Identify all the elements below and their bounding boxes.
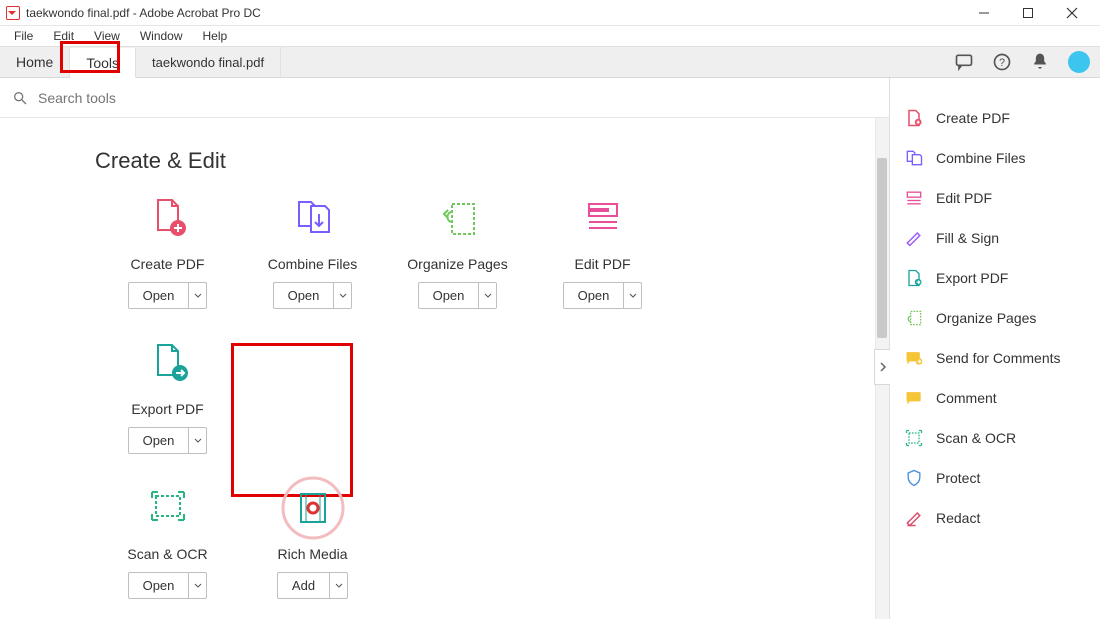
tools-scroll-area: Create & Edit Create PDF Open bbox=[0, 118, 889, 619]
menu-window[interactable]: Window bbox=[130, 27, 193, 45]
combine-files-icon bbox=[289, 194, 337, 242]
open-button[interactable]: Open bbox=[563, 282, 643, 309]
edit-pdf-icon bbox=[579, 194, 627, 242]
tab-tools[interactable]: Tools bbox=[70, 48, 136, 78]
menu-edit[interactable]: Edit bbox=[43, 27, 84, 45]
tool-edit-pdf: Edit PDF Open bbox=[530, 194, 675, 309]
sidebar-item-protect[interactable]: Protect bbox=[904, 458, 1088, 498]
tool-label: Scan & OCR bbox=[95, 546, 240, 562]
open-button[interactable]: Open bbox=[128, 427, 208, 454]
tool-organize-pages: Organize Pages Open bbox=[385, 194, 530, 309]
sidebar-item-label: Send for Comments bbox=[936, 350, 1061, 366]
sidebar-item-label: Fill & Sign bbox=[936, 230, 999, 246]
tool-label: Organize Pages bbox=[385, 256, 530, 272]
tool-rich-media: Rich Media Add bbox=[240, 484, 385, 599]
maximize-button[interactable] bbox=[1006, 0, 1050, 26]
tool-label: Create PDF bbox=[95, 256, 240, 272]
tool-label: Combine Files bbox=[240, 256, 385, 272]
add-dropdown[interactable] bbox=[329, 573, 347, 598]
window-title: taekwondo final.pdf - Adobe Acrobat Pro … bbox=[26, 6, 261, 20]
scan-ocr-icon bbox=[144, 484, 192, 532]
avatar[interactable] bbox=[1068, 51, 1090, 73]
sidebar-item-redact[interactable]: Redact bbox=[904, 498, 1088, 538]
menu-help[interactable]: Help bbox=[193, 27, 238, 45]
sidebar-item-label: Scan & OCR bbox=[936, 430, 1016, 446]
sidebar-item-send-comments[interactable]: Send for Comments bbox=[904, 338, 1088, 378]
sidebar-item-fill-sign[interactable]: Fill & Sign bbox=[904, 218, 1088, 258]
rich-media-icon bbox=[277, 472, 349, 544]
open-dropdown[interactable] bbox=[188, 283, 206, 308]
sidebar-item-label: Combine Files bbox=[936, 150, 1025, 166]
sidebar-item-organize[interactable]: Organize Pages bbox=[904, 298, 1088, 338]
menu-file[interactable]: File bbox=[4, 27, 43, 45]
export-pdf-icon bbox=[144, 339, 192, 387]
scrollbar-thumb[interactable] bbox=[877, 158, 887, 338]
svg-text:?: ? bbox=[999, 57, 1005, 69]
search-icon bbox=[12, 90, 28, 106]
open-dropdown[interactable] bbox=[188, 428, 206, 453]
tool-combine-files: Combine Files Open bbox=[240, 194, 385, 309]
sidebar-item-label: Edit PDF bbox=[936, 190, 992, 206]
chat-icon[interactable] bbox=[954, 52, 974, 72]
bell-icon[interactable] bbox=[1030, 52, 1050, 72]
tool-export-pdf: Export PDF Open bbox=[95, 339, 240, 454]
sidebar-item-label: Redact bbox=[936, 510, 980, 526]
tool-create-pdf: Create PDF Open bbox=[95, 194, 240, 309]
open-dropdown[interactable] bbox=[623, 283, 641, 308]
sidebar-item-combine[interactable]: Combine Files bbox=[904, 138, 1088, 178]
open-dropdown[interactable] bbox=[478, 283, 496, 308]
menu-view[interactable]: View bbox=[84, 27, 130, 45]
sidebar-item-scan-ocr[interactable]: Scan & OCR bbox=[904, 418, 1088, 458]
close-button[interactable] bbox=[1050, 0, 1094, 26]
section-create-edit: Create & Edit bbox=[95, 148, 809, 174]
tab-home[interactable]: Home bbox=[0, 47, 70, 77]
open-dropdown[interactable] bbox=[188, 573, 206, 598]
open-button[interactable]: Open bbox=[128, 572, 208, 599]
sidebar-item-label: Create PDF bbox=[936, 110, 1010, 126]
app-icon bbox=[6, 6, 20, 20]
tool-label: Edit PDF bbox=[530, 256, 675, 272]
tool-label: Export PDF bbox=[95, 401, 240, 417]
menubar: File Edit View Window Help bbox=[0, 26, 1100, 46]
open-button[interactable]: Open bbox=[128, 282, 208, 309]
tabstrip: Home Tools taekwondo final.pdf ? bbox=[0, 46, 1100, 78]
minimize-button[interactable] bbox=[962, 0, 1006, 26]
tab-document[interactable]: taekwondo final.pdf bbox=[136, 47, 281, 77]
create-pdf-icon bbox=[144, 194, 192, 242]
sidebar-item-label: Comment bbox=[936, 390, 997, 406]
sidebar-item-label: Organize Pages bbox=[936, 310, 1036, 326]
open-button[interactable]: Open bbox=[273, 282, 353, 309]
sidebar-item-comment[interactable]: Comment bbox=[904, 378, 1088, 418]
help-icon[interactable]: ? bbox=[992, 52, 1012, 72]
sidebar-item-label: Protect bbox=[936, 470, 980, 486]
main-pane: Create & Edit Create PDF Open bbox=[0, 78, 890, 619]
search-input[interactable] bbox=[38, 90, 877, 106]
sidebar-item-export-pdf[interactable]: Export PDF bbox=[904, 258, 1088, 298]
tool-scan-ocr: Scan & OCR Open bbox=[95, 484, 240, 599]
side-panel: Create PDF Combine Files Edit PDF Fill &… bbox=[890, 78, 1100, 619]
titlebar: taekwondo final.pdf - Adobe Acrobat Pro … bbox=[0, 0, 1100, 26]
sidepanel-collapse-button[interactable] bbox=[874, 349, 890, 385]
sidebar-item-edit-pdf[interactable]: Edit PDF bbox=[904, 178, 1088, 218]
organize-pages-icon bbox=[434, 194, 482, 242]
search-bar bbox=[0, 78, 889, 118]
tool-label: Rich Media bbox=[240, 546, 385, 562]
open-dropdown[interactable] bbox=[333, 283, 351, 308]
open-button[interactable]: Open bbox=[418, 282, 498, 309]
add-button[interactable]: Add bbox=[277, 572, 348, 599]
sidebar-item-label: Export PDF bbox=[936, 270, 1008, 286]
sidebar-item-create-pdf[interactable]: Create PDF bbox=[904, 98, 1088, 138]
